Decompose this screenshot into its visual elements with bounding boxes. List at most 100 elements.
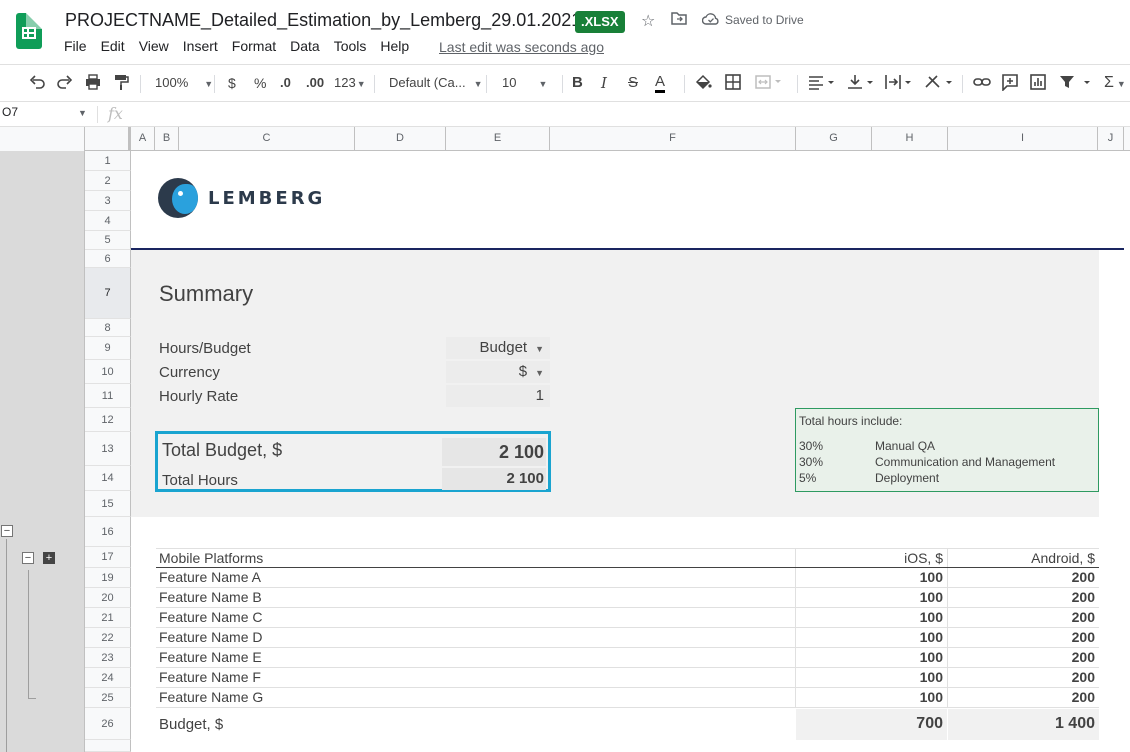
row-header[interactable]: 26 [85,708,131,740]
name-box[interactable]: O7 ▼ [0,105,92,119]
document-title[interactable]: PROJECTNAME_Detailed_Estimation_by_Lembe… [65,10,581,31]
paint-format-icon[interactable] [112,73,130,96]
table-row[interactable]: Feature Name D 100 200 [156,628,1099,648]
col-header-f[interactable]: F [550,127,796,150]
fill-color-icon[interactable] [694,73,712,96]
vertical-align-icon[interactable] [846,73,876,96]
menu-view[interactable]: View [139,38,169,54]
row-header[interactable]: 1 [85,151,131,171]
functions-button[interactable]: Σ ▼ [1104,73,1126,94]
col-header-a[interactable]: A [131,127,155,150]
row-header[interactable]: 2 [85,171,131,191]
row-header[interactable]: 21 [85,608,131,628]
collapse-subgroup-button[interactable]: − [22,552,34,564]
row-header[interactable]: 17 [85,547,131,568]
horizontal-align-icon[interactable] [807,73,837,96]
table-row[interactable]: Feature Name E 100 200 [156,648,1099,668]
font-select[interactable]: Default (Ca... ▼ [389,73,483,94]
row-header[interactable]: 22 [85,628,131,648]
col-header-j[interactable]: J [1098,127,1124,150]
percent-format-button[interactable]: % [254,73,266,93]
col-header-e[interactable]: E [446,127,550,150]
table-row[interactable]: Feature Name B 100 200 [156,588,1099,608]
collapse-group-button[interactable]: − [1,525,13,537]
col-header-h[interactable]: H [872,127,948,150]
row-header[interactable]: 24 [85,668,131,688]
font-size-select[interactable]: 10 ▼ [502,73,547,94]
android-value: 200 [1071,689,1095,705]
row-header[interactable]: 8 [85,319,131,337]
text-color-button[interactable]: A [655,73,666,93]
row-header[interactable]: 23 [85,648,131,668]
hours-budget-dropdown[interactable]: Budget ▼ [446,337,550,359]
col-header-d[interactable]: D [355,127,446,150]
row-header-selected[interactable]: 7 [85,268,131,319]
row-header[interactable]: 20 [85,588,131,608]
total-budget-value[interactable]: 2 100 [442,438,546,466]
italic-button[interactable]: I [601,73,607,93]
row-header[interactable]: 13 [85,432,131,466]
menu-edit[interactable]: Edit [101,38,125,54]
row-header[interactable] [85,740,131,752]
hourly-rate-cell[interactable]: 1 [446,385,550,407]
currency-dropdown[interactable]: $ ▼ [446,361,550,383]
note-title: Total hours include: [799,414,903,428]
more-formats-button[interactable]: 123▼ [334,73,366,94]
menu-data[interactable]: Data [290,38,320,54]
menu-help[interactable]: Help [380,38,409,54]
row-header[interactable]: 11 [85,384,131,408]
move-folder-icon[interactable] [671,11,687,30]
insert-link-icon[interactable] [972,73,992,96]
zoom-select[interactable]: 100% ▼ [155,73,213,94]
insert-comment-icon[interactable] [1001,73,1019,96]
col-header-b[interactable]: B [155,127,179,150]
menu-file[interactable]: File [64,38,87,54]
select-all-corner[interactable] [85,127,131,150]
expand-group-button[interactable]: + [43,552,55,564]
print-icon[interactable] [84,73,102,96]
row-header[interactable]: 15 [85,491,131,517]
strikethrough-button[interactable]: S [628,73,638,93]
row-header[interactable]: 25 [85,688,131,708]
row-header[interactable]: 14 [85,466,131,491]
text-wrapping-icon[interactable] [884,73,914,96]
table-row[interactable]: Feature Name A 100 200 [156,568,1099,588]
col-header-i[interactable]: I [948,127,1098,150]
table-row[interactable]: Feature Name G 100 200 [156,688,1099,708]
row-header[interactable]: 6 [85,250,131,268]
sheet-canvas[interactable]: LEMBERG Summary Hours/Budget Budget ▼ Cur… [131,151,1130,752]
filter-icon[interactable] [1058,73,1094,96]
row-header[interactable]: 10 [85,360,131,384]
budget-total-row[interactable]: Budget, $ 700 1 400 [156,709,1099,740]
increase-decimal-button[interactable]: .00 [306,73,324,93]
row-header[interactable]: 5 [85,231,131,250]
menu-format[interactable]: Format [232,38,276,54]
last-edit-link[interactable]: Last edit was seconds ago [439,39,604,55]
row-header[interactable]: 19 [85,568,131,588]
table-row[interactable]: Feature Name C 100 200 [156,608,1099,628]
row-header[interactable]: 4 [85,211,131,231]
insert-chart-icon[interactable] [1029,73,1047,96]
redo-icon[interactable] [56,73,74,96]
borders-icon[interactable] [724,73,742,96]
merge-cells-icon[interactable] [754,73,782,96]
table-row[interactable]: Feature Name F 100 200 [156,668,1099,688]
bold-button[interactable]: B [572,73,583,93]
android-budget-total: 1 400 [1054,715,1095,732]
star-icon[interactable]: ☆ [641,11,655,31]
menu-tools[interactable]: Tools [334,38,367,54]
currency-format-button[interactable]: $ [228,73,236,93]
row-header[interactable]: 3 [85,191,131,211]
undo-icon[interactable] [28,73,46,96]
row-header[interactable]: 12 [85,408,131,432]
text-rotation-icon[interactable] [923,73,955,96]
total-hours-value[interactable]: 2 100 [442,468,546,490]
sheets-logo-icon[interactable] [16,13,42,49]
col-header-c[interactable]: C [179,127,355,150]
row-header[interactable]: 16 [85,517,131,547]
row-header[interactable]: 9 [85,337,131,360]
col-header-g[interactable]: G [796,127,872,150]
decrease-decimal-button[interactable]: .0 [280,73,291,93]
android-value: 200 [1071,629,1095,645]
menu-insert[interactable]: Insert [183,38,218,54]
